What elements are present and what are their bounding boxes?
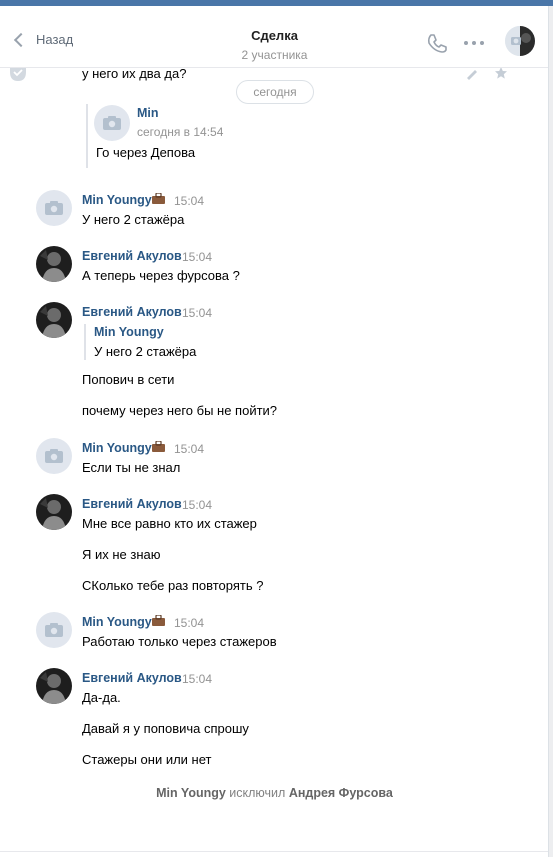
briefcase-icon xyxy=(152,615,165,626)
message-author[interactable]: Евгений Акулов xyxy=(82,249,182,263)
forwarded-avatar xyxy=(94,105,130,141)
message-author[interactable]: Евгений Акулов xyxy=(82,671,182,685)
message-text: А теперь через фурсова ? xyxy=(82,268,240,283)
avatar-camera[interactable] xyxy=(36,438,72,474)
message-author[interactable]: Евгений Акулов xyxy=(82,305,182,319)
message-time[interactable]: 15:04 xyxy=(182,306,212,320)
chat-panel: Назад Сделка 2 участника у него их два д… xyxy=(0,6,549,857)
message-list: у него их два да? сегодня Min сегодня в … xyxy=(0,66,548,857)
avatar-image xyxy=(36,246,72,282)
more-dots-icon[interactable] xyxy=(462,34,486,52)
message-text: Попович в сети xyxy=(82,372,175,387)
message-text: Стажеры они или нет xyxy=(82,752,212,767)
forwarded-time: сегодня в 14:54 xyxy=(137,125,224,139)
message-text: СКолько тебе раз повторять ? xyxy=(82,578,264,593)
camera-icon xyxy=(103,116,121,130)
back-button[interactable]: Назад xyxy=(12,32,73,47)
chat-header: Назад Сделка 2 участника xyxy=(0,18,548,68)
message-text: Мне все равно кто их стажер xyxy=(82,516,257,531)
avatar-camera[interactable] xyxy=(36,612,72,648)
message-text: Я их не знаю xyxy=(82,547,161,562)
divider xyxy=(0,851,548,852)
service-actor[interactable]: Min Youngy xyxy=(156,786,226,800)
pencil-icon[interactable] xyxy=(465,68,479,80)
forwarded-author: Min xyxy=(137,106,159,120)
avatar-camera[interactable] xyxy=(36,190,72,226)
check-circle-icon xyxy=(10,68,26,81)
chat-avatar[interactable] xyxy=(505,26,535,56)
camera-icon xyxy=(45,201,63,215)
camera-icon xyxy=(45,623,63,637)
avatar-image xyxy=(36,302,72,338)
message-text: почему через него бы не пойти? xyxy=(82,403,278,418)
message-author[interactable]: Min Youngy xyxy=(82,193,152,207)
quote-text: У него 2 стажёра xyxy=(94,344,197,359)
avatar-photo[interactable] xyxy=(36,302,72,338)
message-author[interactable]: Min Youngy xyxy=(82,615,152,629)
reply-quote[interactable]: Min Youngy У него 2 стажёра xyxy=(84,324,196,360)
service-action: исключил xyxy=(229,786,286,800)
message-text: Да-да. xyxy=(82,690,121,705)
cut-off-message: у него их два да? xyxy=(82,66,187,81)
chevron-left-icon xyxy=(13,32,29,47)
date-divider[interactable]: сегодня xyxy=(236,80,314,104)
avatar-photo[interactable] xyxy=(36,246,72,282)
avatar-image xyxy=(36,494,72,530)
phone-icon[interactable] xyxy=(426,32,448,54)
message-author[interactable]: Min Youngy xyxy=(82,441,152,455)
message-text: Если ты не знал xyxy=(82,460,181,475)
message-time[interactable]: 15:04 xyxy=(174,194,204,208)
message-text: У него 2 стажёра xyxy=(82,212,185,227)
back-label: Назад xyxy=(36,32,74,47)
message-author[interactable]: Евгений Акулов xyxy=(82,497,182,511)
camera-icon xyxy=(45,449,63,463)
message-time[interactable]: 15:04 xyxy=(182,672,212,686)
chat-avatar-image xyxy=(505,26,535,56)
message-time[interactable]: 15:04 xyxy=(174,442,204,456)
star-icon[interactable] xyxy=(494,66,508,80)
message-time[interactable]: 15:04 xyxy=(182,250,212,264)
forwarded-text: Го через Депова xyxy=(96,145,196,160)
forwarded-message[interactable]: Min сегодня в 14:54 Го через Депова xyxy=(86,104,266,168)
message-time[interactable]: 15:04 xyxy=(174,616,204,630)
quote-author: Min Youngy xyxy=(94,325,164,339)
avatar-photo[interactable] xyxy=(36,494,72,530)
briefcase-icon xyxy=(152,441,165,452)
briefcase-icon xyxy=(152,193,165,204)
message-text: Давай я у поповича спрошу xyxy=(82,721,249,736)
message-text: Работаю только через стажеров xyxy=(82,634,277,649)
avatar-image xyxy=(36,668,72,704)
service-target[interactable]: Андрея Фурсова xyxy=(289,786,393,800)
avatar-photo[interactable] xyxy=(36,668,72,704)
message-time[interactable]: 15:04 xyxy=(182,498,212,512)
service-message: Min Youngy исключил Андрея Фурсова xyxy=(0,786,548,800)
